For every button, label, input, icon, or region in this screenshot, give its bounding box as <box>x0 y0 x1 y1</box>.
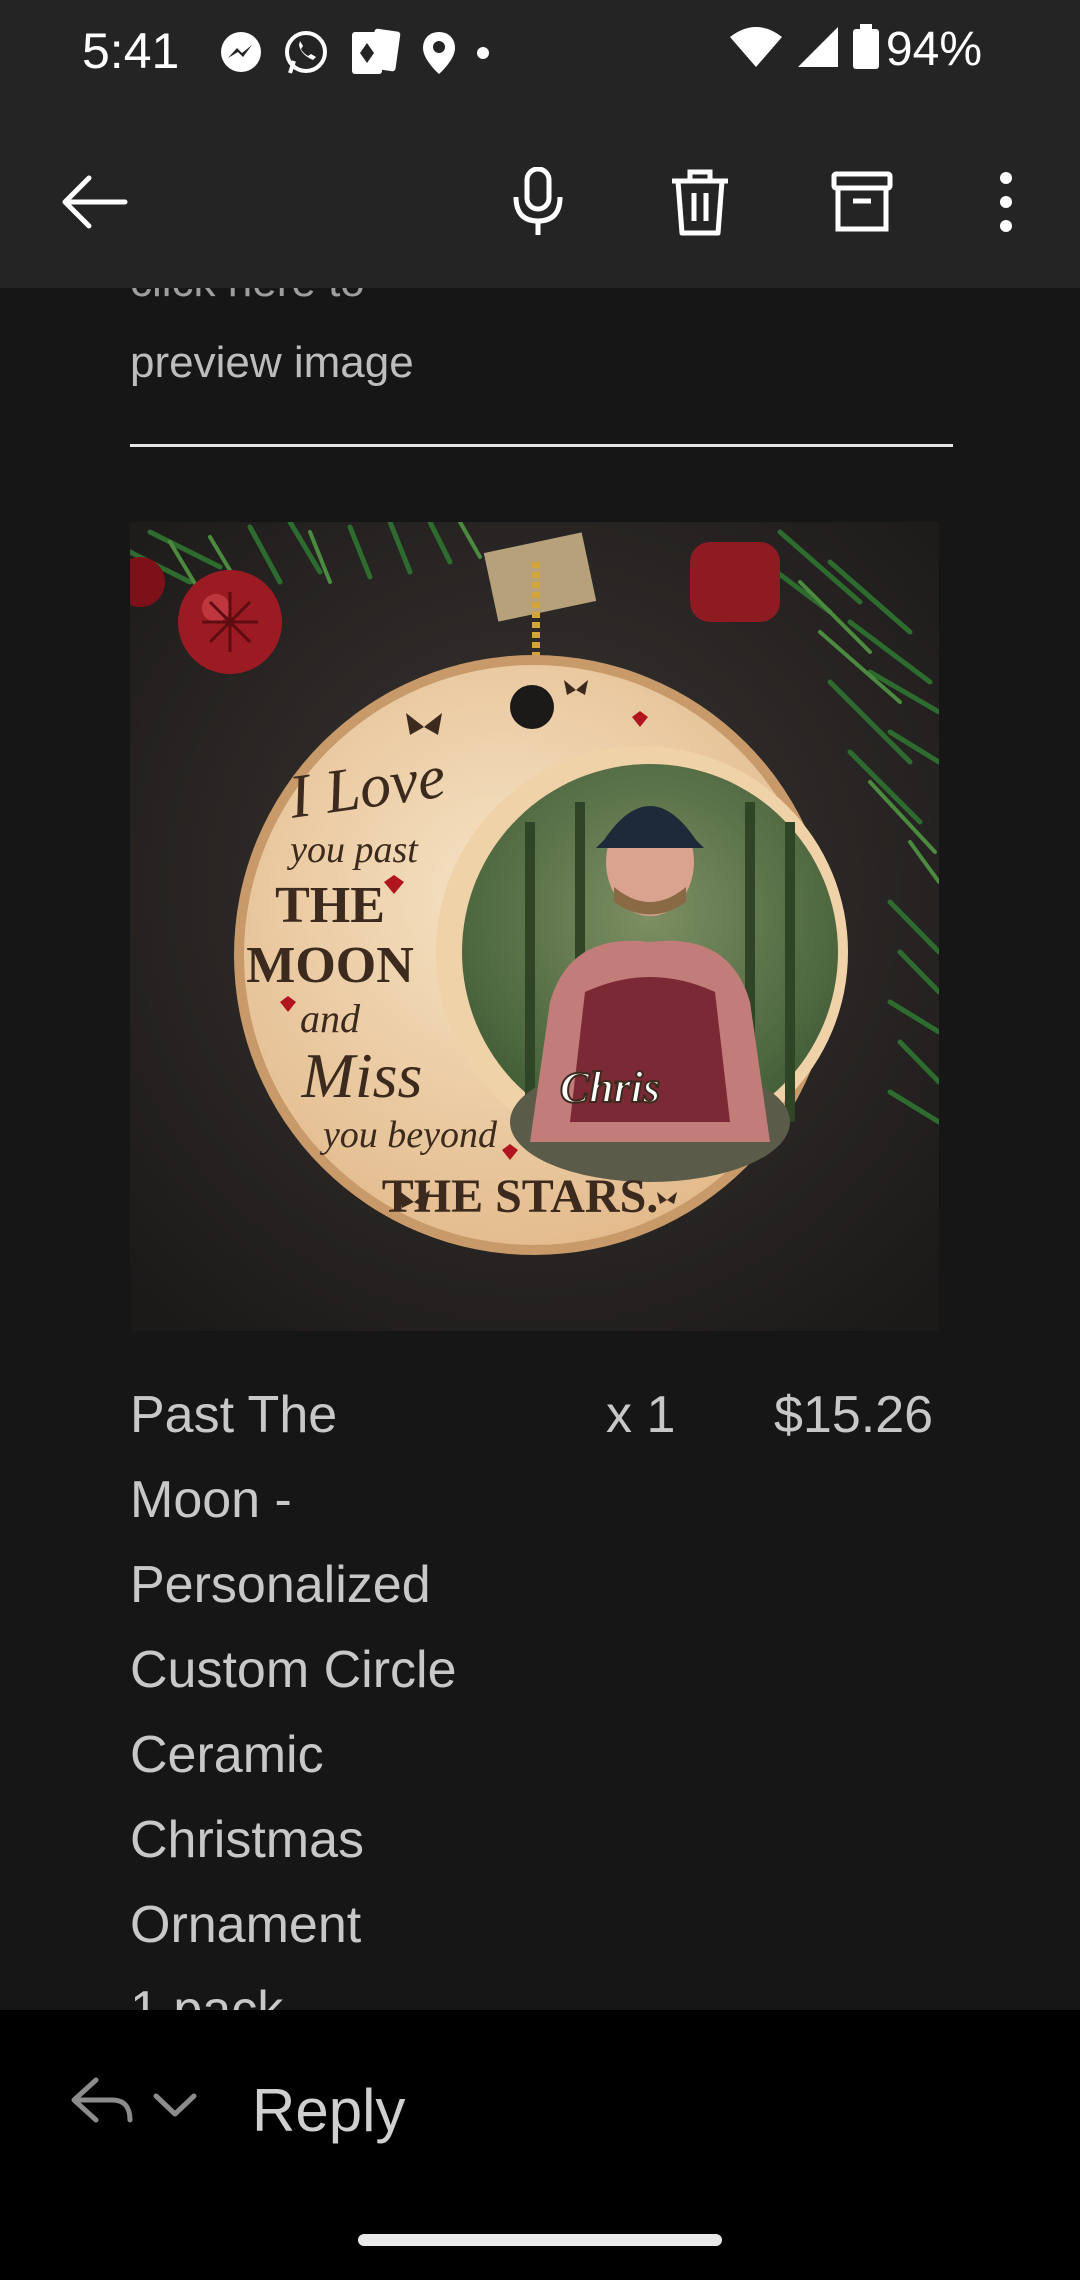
item-name-line: Custom Circle <box>130 1641 457 1699</box>
location-icon <box>423 32 455 74</box>
item-price: $15.26 <box>774 1386 934 1444</box>
dictate-button[interactable] <box>498 162 578 242</box>
status-bar: 5:41 94% <box>0 0 1080 104</box>
item-quantity: x 1 <box>606 1386 676 1444</box>
trash-icon <box>672 169 728 236</box>
dot-icon <box>477 47 489 59</box>
ornament-text-miss: Miss <box>301 1040 423 1111</box>
item-name-line: Christmas <box>130 1811 365 1869</box>
ornament-text-you-beyond: you beyond <box>319 1114 498 1156</box>
ornament-text-the: THE <box>275 877 385 934</box>
ornament-text-and: and <box>300 996 361 1041</box>
divider <box>130 444 953 447</box>
battery-percentage: 94% <box>885 23 982 76</box>
notification-icons <box>218 28 490 78</box>
reply-bar: Reply <box>0 2010 1080 2280</box>
status-time: 5:41 <box>82 23 180 79</box>
item-name-line: Personalized <box>130 1556 431 1614</box>
home-indicator[interactable] <box>358 2234 722 2246</box>
reply-icon <box>71 2077 133 2123</box>
archive-icon <box>831 171 893 232</box>
reply-options-button[interactable] <box>152 2092 198 2125</box>
wifi-icon <box>730 27 782 67</box>
item-name-line: 1 pack <box>130 1981 284 2010</box>
back-button[interactable] <box>54 162 134 242</box>
item-name-line: Ornament <box>130 1896 362 1954</box>
ornament-text-the-stars: THE STARS. <box>382 1170 659 1223</box>
whatsapp-icon <box>285 31 327 74</box>
item-name-line: Moon - <box>130 1471 292 1529</box>
item-name: Past The Moon - Personalized Custom Circ… <box>130 1373 550 2010</box>
product-image[interactable]: I Love you past THE MOON and Miss you be… <box>130 522 939 1331</box>
microphone-icon <box>513 167 563 235</box>
system-status-icons <box>728 24 880 70</box>
email-toolbar <box>0 104 1080 288</box>
back-arrow-icon <box>62 175 128 229</box>
more-vert-icon <box>1000 172 1012 232</box>
ornament-illustration: I Love you past THE MOON and Miss you be… <box>130 522 939 1331</box>
item-name-line: Ceramic <box>130 1726 324 1784</box>
ornament-text-moon: MOON <box>246 937 414 994</box>
ornament-name: Chris <box>560 1063 660 1112</box>
signal-icon <box>798 27 838 67</box>
reply-label[interactable]: Reply <box>252 2076 405 2145</box>
preview-image-link[interactable]: preview image <box>130 338 414 388</box>
ornament-text-you-past: you past <box>286 829 419 871</box>
battery-icon <box>853 24 879 69</box>
preview-link-cut-text[interactable]: click here to <box>130 288 365 312</box>
item-name-line: Past The <box>130 1386 338 1444</box>
chevron-down-icon <box>153 2093 197 2117</box>
reply-button[interactable] <box>70 2076 134 2131</box>
messenger-icon <box>221 32 261 72</box>
email-body: click here to preview image <box>0 288 1080 2010</box>
archive-button[interactable] <box>822 162 902 242</box>
cards-icon <box>352 28 401 74</box>
delete-button[interactable] <box>660 162 740 242</box>
more-options-button[interactable] <box>966 162 1046 242</box>
